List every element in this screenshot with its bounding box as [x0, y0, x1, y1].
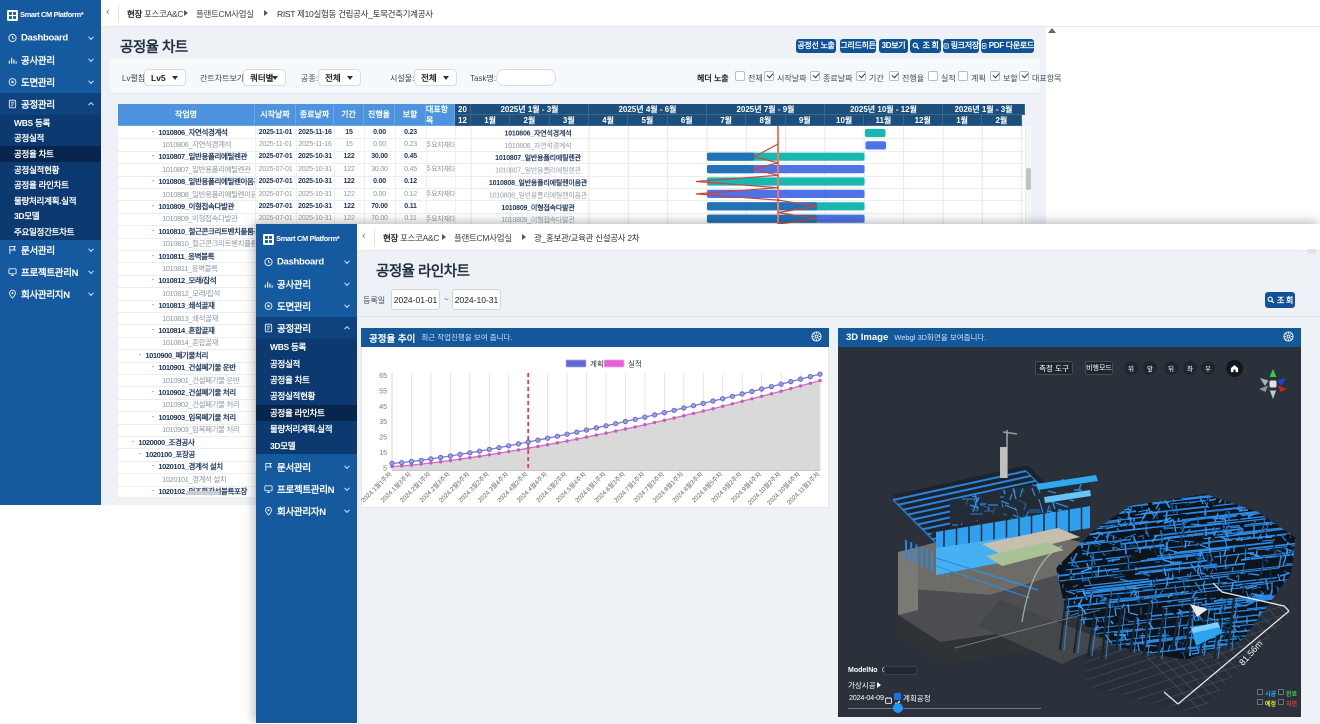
svg-text:실적: 실적	[628, 359, 642, 369]
svg-text:계획: 계획	[590, 359, 604, 369]
svg-text:1010806_자연석경계석: 1010806_자연석경계석	[505, 141, 572, 150]
svg-text:55: 55	[379, 388, 387, 395]
svg-text:25: 25	[379, 435, 387, 442]
svg-text:1010807_일반용폴리에틸렌관: 1010807_일반용폴리에틸렌관	[495, 153, 581, 162]
svg-text:1010807_일반용폴리에틸렌관: 1010807_일반용폴리에틸렌관	[495, 166, 581, 175]
svg-text:1010809_이형접속다발관: 1010809_이형접속다발관	[501, 215, 575, 224]
svg-text:15: 15	[379, 450, 387, 457]
svg-text:5: 5	[383, 465, 387, 472]
svg-text:2024.11월1주차: 2024.11월1주차	[785, 469, 822, 506]
svg-text:1010808_일반용폴리에틸렌이음관: 1010808_일반용폴리에틸렌이음관	[489, 178, 588, 187]
svg-text:2024.10월2주차: 2024.10월2주차	[745, 469, 782, 506]
svg-text:1010806_자연석경계석: 1010806_자연석경계석	[505, 128, 572, 137]
svg-text:45: 45	[379, 404, 387, 411]
svg-text:65: 65	[379, 373, 387, 380]
svg-text:1010808_일반용폴리에틸렌이음관: 1010808_일반용폴리에틸렌이음관	[489, 190, 588, 199]
svg-text:35: 35	[379, 419, 387, 426]
svg-text:1010809_이형접속다발관: 1010809_이형접속다발관	[501, 203, 575, 212]
